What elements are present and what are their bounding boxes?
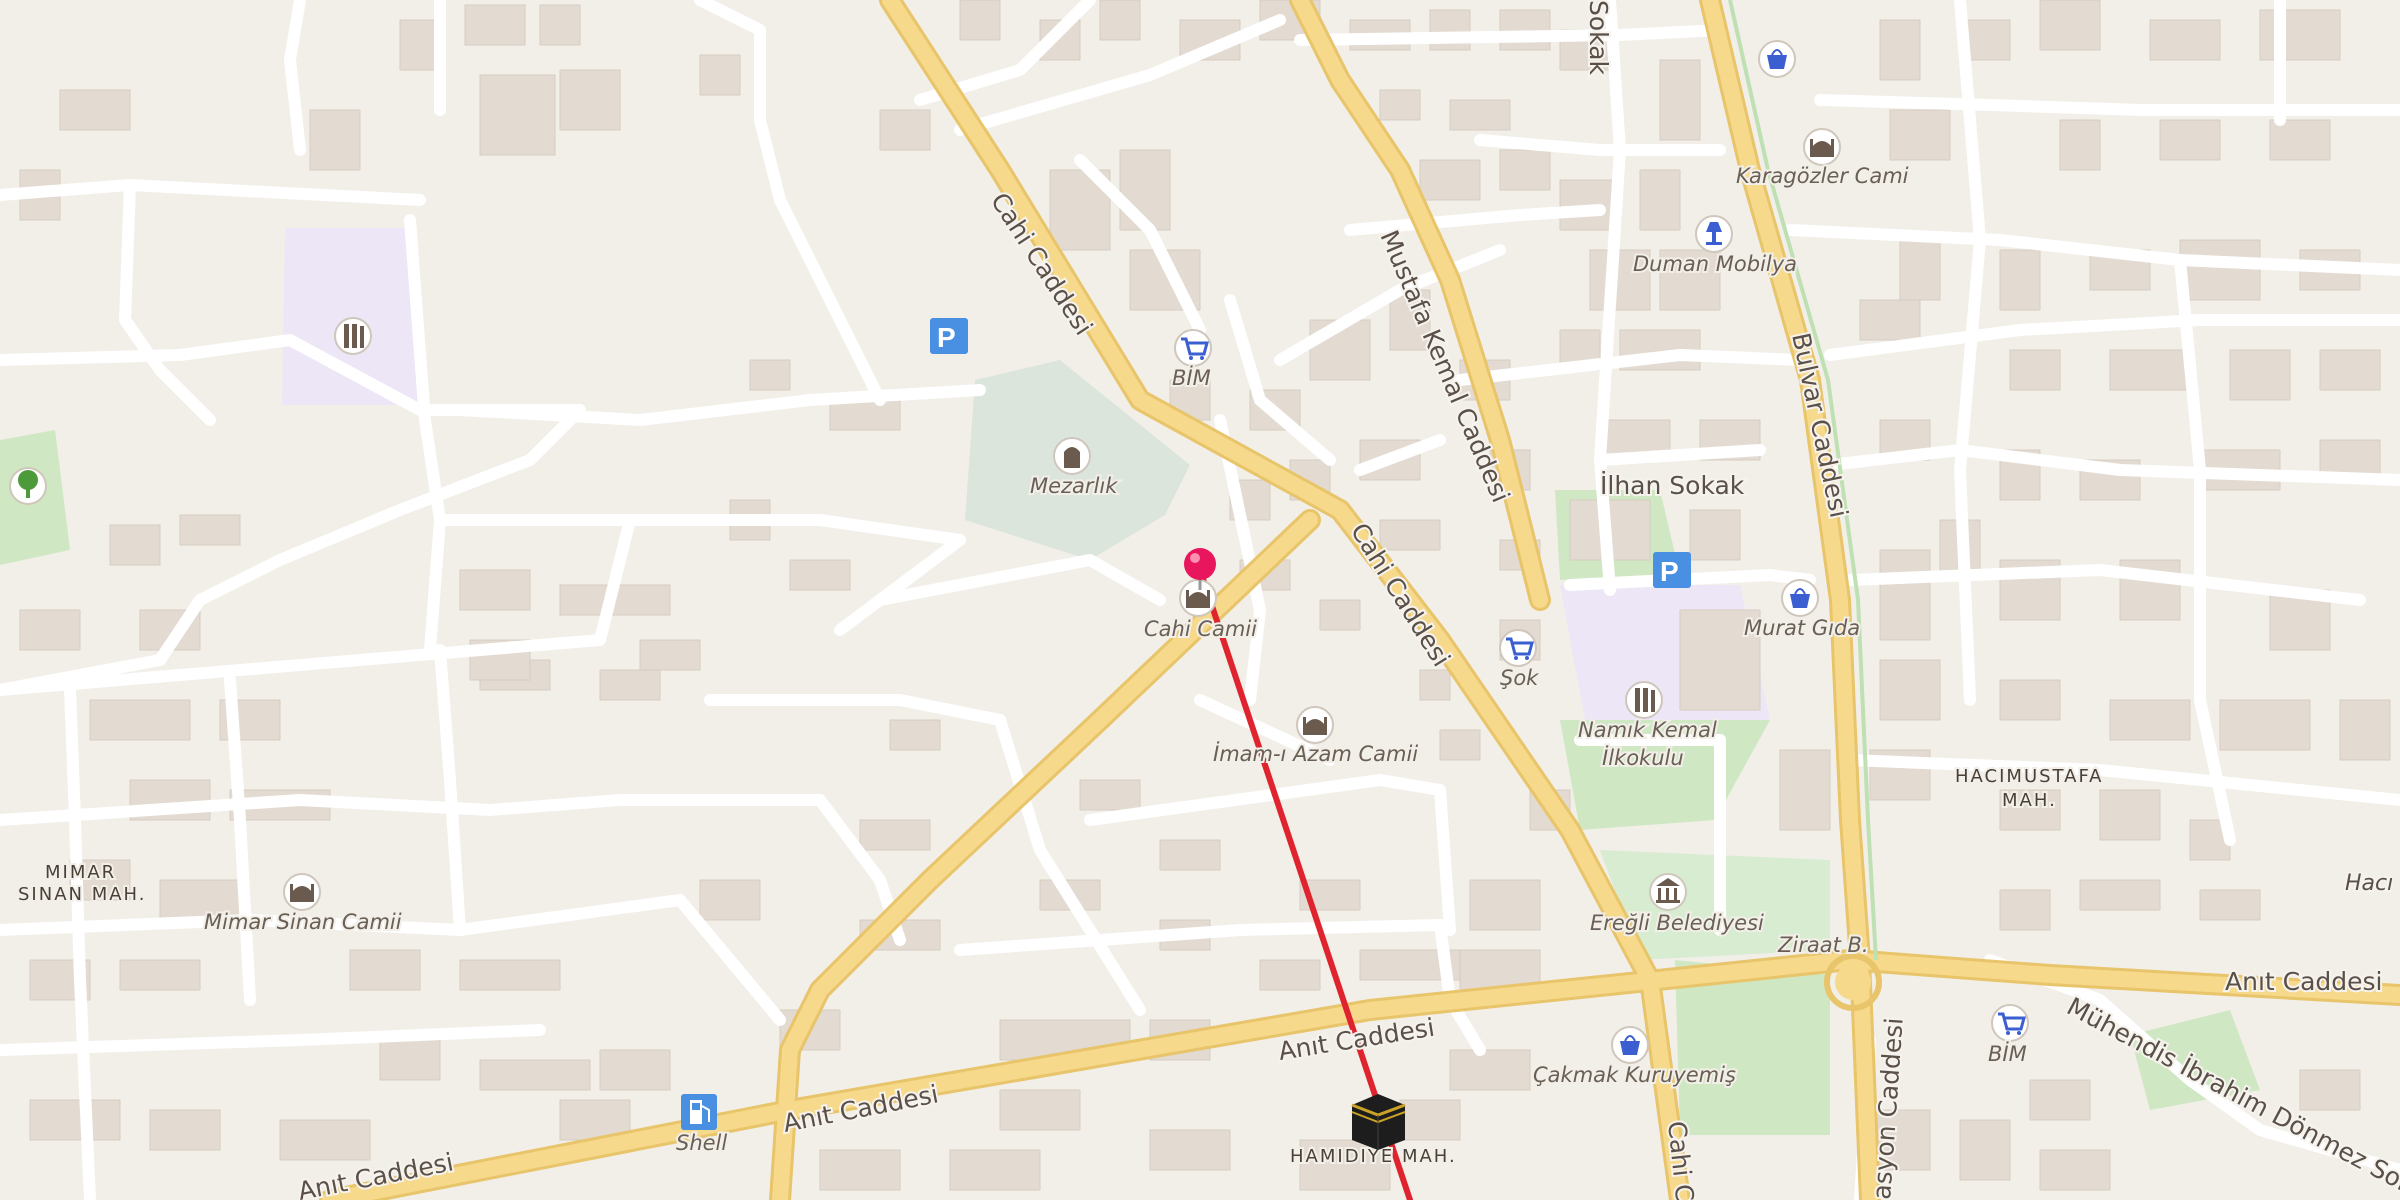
shopping-cart-icon <box>1499 629 1537 667</box>
poi-label: Namık Kemal <box>1578 718 1717 742</box>
school-icon[interactable] <box>334 317 372 355</box>
street-label: Sokak <box>1584 0 1613 76</box>
poi-label: Karagözler Cami <box>1736 164 1909 188</box>
cemetery-icon <box>1053 437 1091 475</box>
map-view[interactable]: Cahi Caddesi Cahi Caddesi Mustafa Kemal … <box>0 0 2400 1200</box>
mosque-icon <box>283 873 321 911</box>
poi-label: İmam-ı Azam Camii <box>1213 741 1418 766</box>
shopping-bag-icon[interactable] <box>1758 40 1796 78</box>
mosque-icon <box>1803 128 1841 166</box>
poi-label: İlkokulu <box>1602 745 1684 770</box>
poi-label: Mezarlık <box>1030 474 1118 498</box>
fuel-station-icon <box>681 1094 717 1130</box>
poi-label: Şok <box>1500 666 1539 690</box>
poi-label: Ereğli Belediyesi <box>1590 911 1764 935</box>
area-label: MAH. <box>2002 790 2057 811</box>
shopping-cart-icon <box>1174 329 1212 367</box>
poi-label: Çakmak Kuruyemiş <box>1533 1063 1736 1087</box>
area-label: HAMIDIYE MAH. <box>1290 1146 1457 1167</box>
poi-label: Mimar Sinan Camii <box>204 910 402 934</box>
poi-label: Cahi Camii <box>1144 617 1257 641</box>
parking-icon[interactable]: P <box>930 318 968 354</box>
lamp-icon <box>1695 215 1733 253</box>
svg-text:P: P <box>1660 556 1679 587</box>
poi-label: BİM <box>1172 365 1211 390</box>
area-label: SINAN MAH. <box>18 884 146 905</box>
svg-text:P: P <box>937 322 956 353</box>
street-label: İlhan Sokak <box>1600 471 1745 500</box>
map-canvas: Cahi Caddesi Cahi Caddesi Mustafa Kemal … <box>0 0 2400 1200</box>
town-hall-icon <box>1649 873 1687 911</box>
poi-label: Shell <box>676 1131 727 1155</box>
poi-label: BİM <box>1988 1041 2027 1066</box>
parking-icon[interactable]: P <box>1653 552 1691 588</box>
area-label: MIMAR <box>45 862 116 883</box>
tree-icon[interactable] <box>9 467 47 505</box>
poi-ziraat[interactable]: Ziraat B. <box>1775 931 1871 959</box>
poi-label: Duman Mobilya <box>1633 252 1797 276</box>
mosque-icon <box>1179 579 1217 617</box>
mosque-icon <box>1296 706 1334 744</box>
school-icon <box>1625 681 1663 719</box>
shopping-cart-icon <box>1991 1004 2029 1042</box>
area-label: HACIMUSTAFA <box>1955 766 2103 787</box>
street-label: Anıt Caddesi <box>2225 967 2383 996</box>
shopping-bag-icon <box>1781 579 1819 617</box>
area-label: Hacı <box>2345 871 2393 896</box>
poi-label: Ziraat B. <box>1777 933 1869 957</box>
poi-label: Murat Gıda <box>1744 616 1860 640</box>
shopping-bag-icon <box>1611 1026 1649 1064</box>
poi-bim-1[interactable]: BİM <box>1170 329 1213 392</box>
roundabout-center <box>1835 964 1871 1000</box>
kaaba-icon[interactable] <box>1351 1094 1406 1150</box>
poi-bim-2[interactable]: BİM <box>1986 1004 2029 1068</box>
